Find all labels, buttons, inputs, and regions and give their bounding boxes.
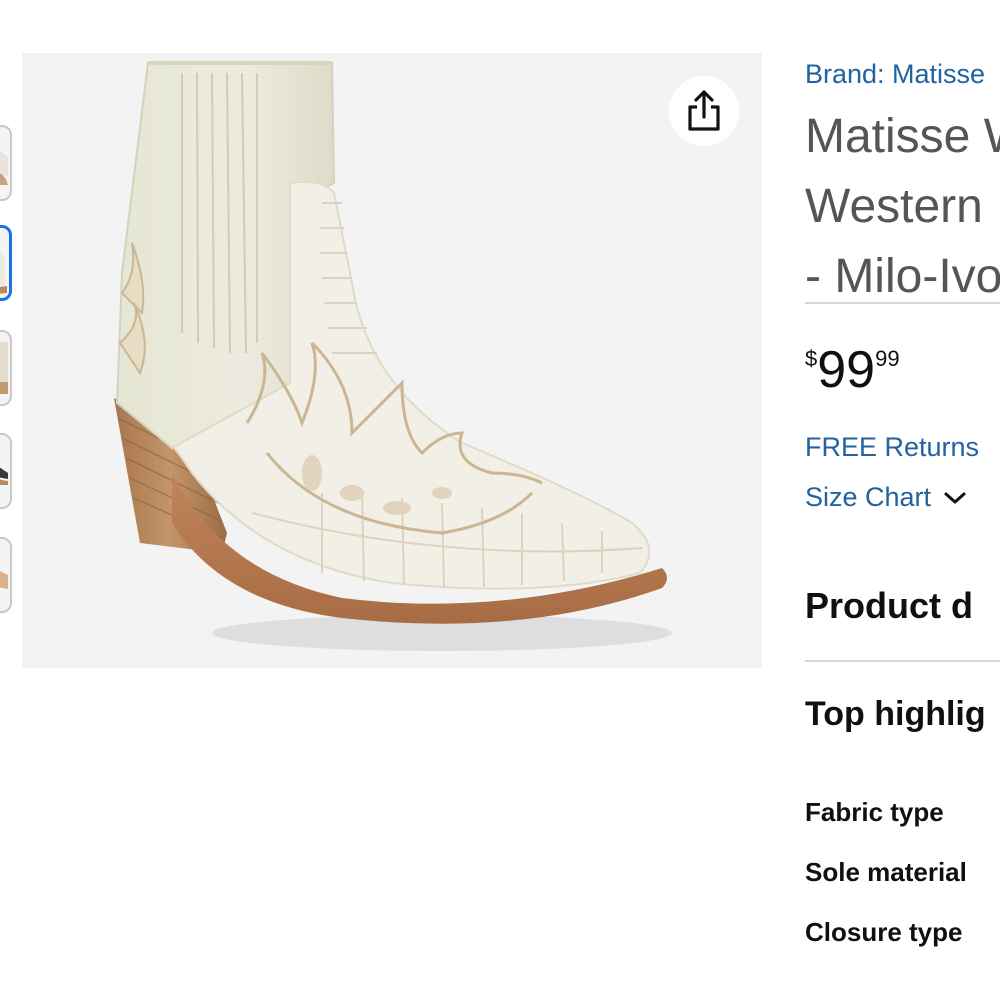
thumbnail-3[interactable]	[0, 330, 12, 406]
share-icon	[688, 90, 720, 131]
top-highlights-heading: Top highlig	[805, 695, 986, 733]
product-title-line-2: Western	[805, 180, 983, 233]
share-button[interactable]	[669, 76, 739, 146]
divider	[805, 660, 1000, 662]
product-title-line-1: Matisse W	[805, 110, 1000, 163]
product-page: Brand: Matisse Matisse W Western - Milo-…	[0, 0, 1000, 1000]
spec-label-closure-type: Closure type	[805, 917, 963, 947]
chevron-down-icon	[944, 492, 966, 503]
price-symbol: $	[805, 346, 818, 371]
product-details-heading: Product d	[805, 585, 973, 626]
spec-label-fabric-type: Fabric type	[805, 797, 944, 827]
size-chart-button[interactable]: Size Chart	[805, 482, 967, 513]
thumbnail-1[interactable]	[0, 125, 12, 201]
product-title: Matisse W Western - Milo-Ivo	[805, 102, 1000, 312]
brand-link[interactable]: Brand: Matisse	[805, 59, 985, 90]
thumbnail-4[interactable]	[0, 433, 12, 509]
divider	[805, 302, 1000, 304]
price: $9999	[805, 340, 900, 400]
product-main-image[interactable]	[22, 53, 762, 668]
size-chart-label: Size Chart	[805, 482, 932, 512]
free-returns-link[interactable]: FREE Returns	[805, 432, 979, 463]
product-details: Brand: Matisse Matisse W Western - Milo-…	[805, 0, 1000, 1000]
thumbnail-strip	[0, 0, 16, 1000]
spec-label-sole-material: Sole material	[805, 857, 967, 887]
thumbnail-5[interactable]	[0, 537, 12, 613]
thumbnail-2[interactable]	[0, 225, 12, 301]
price-whole: 99	[817, 341, 876, 399]
price-fraction: 99	[875, 346, 900, 371]
western-boot-illustration	[114, 61, 672, 651]
